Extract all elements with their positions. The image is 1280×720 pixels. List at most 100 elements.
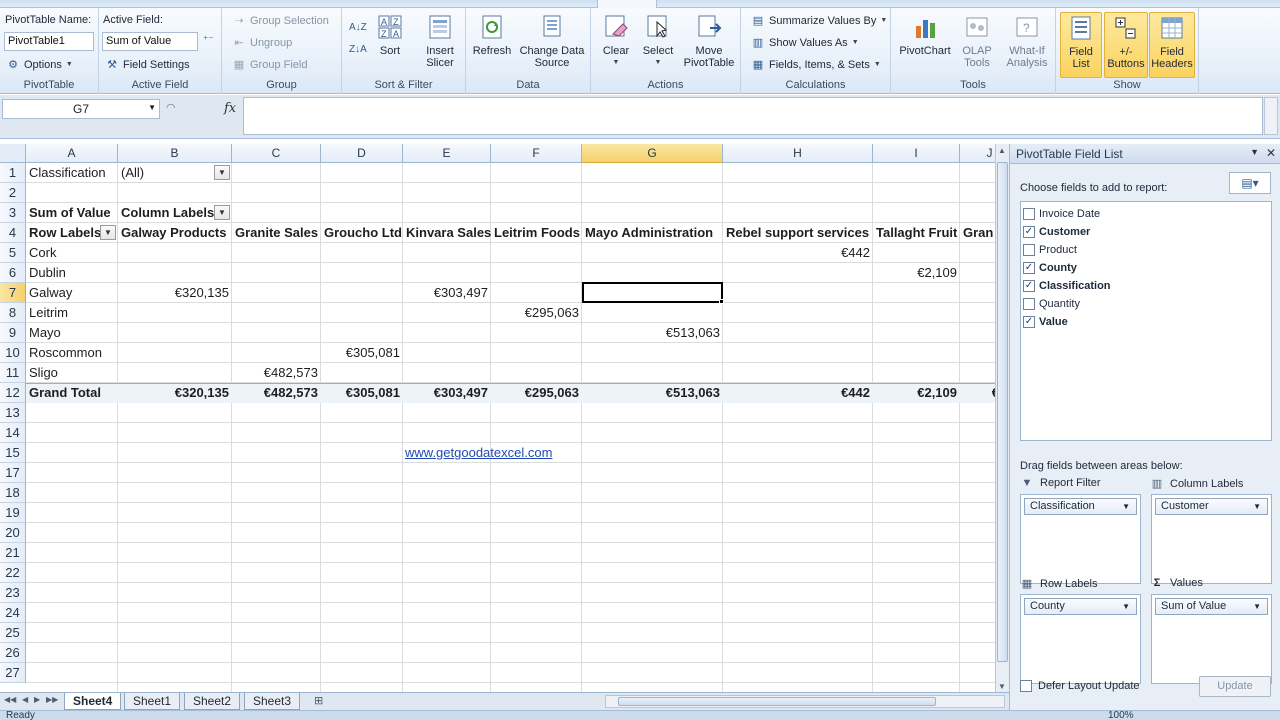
- field-checkbox[interactable]: ✓: [1023, 262, 1035, 274]
- row-header-13[interactable]: 13: [0, 403, 26, 423]
- select-button[interactable]: Select ▼: [639, 12, 677, 78]
- row-labels-item[interactable]: County ▼: [1024, 598, 1137, 615]
- column-labels-item[interactable]: Customer ▼: [1155, 498, 1268, 515]
- table-row-value[interactable]: €295,063: [491, 303, 582, 323]
- field-invoice-date[interactable]: Invoice Date: [1023, 205, 1100, 223]
- row-header-7[interactable]: 7: [0, 283, 26, 303]
- pivot-column-header[interactable]: Groucho Ltd: [321, 223, 403, 243]
- field-product[interactable]: Product: [1023, 241, 1077, 259]
- update-button[interactable]: Update: [1199, 676, 1271, 697]
- sum-of-value-cell[interactable]: Sum of Value: [26, 203, 118, 223]
- grand-total-value[interactable]: €442: [723, 383, 873, 403]
- group-field-button[interactable]: ▦ Group Field: [232, 55, 308, 74]
- row-labels-area[interactable]: County ▼: [1020, 594, 1141, 684]
- vertical-scrollbar[interactable]: ▲ ▼: [995, 144, 1009, 692]
- row-header-23[interactable]: 23: [0, 583, 26, 603]
- sort-za-icon[interactable]: Z↓A: [349, 44, 367, 55]
- first-sheet-icon[interactable]: ◀◀: [4, 695, 16, 704]
- field-checkbox[interactable]: ✓: [1023, 226, 1035, 238]
- pivot-column-header[interactable]: Tallaght Fruit: [873, 223, 960, 243]
- column-labels-dropdown-icon[interactable]: ▼: [214, 205, 230, 220]
- filter-label-cell[interactable]: Classification: [26, 163, 118, 183]
- field-checkbox[interactable]: ✓: [1023, 280, 1035, 292]
- sheet-tab-sheet3[interactable]: Sheet3: [244, 693, 301, 710]
- field-checkbox[interactable]: [1023, 298, 1035, 310]
- row-header-15[interactable]: 15: [0, 443, 26, 463]
- formula-bar-scroll[interactable]: [1264, 97, 1278, 135]
- column-header-i[interactable]: I: [873, 144, 960, 163]
- insert-slicer-button[interactable]: Insert Slicer: [418, 12, 462, 78]
- table-row-label[interactable]: Galway: [26, 283, 118, 303]
- scroll-up-icon[interactable]: ▲: [998, 146, 1006, 155]
- column-header-j[interactable]: J: [960, 144, 995, 163]
- table-row-label[interactable]: Roscommon: [26, 343, 118, 363]
- vertical-scroll-thumb[interactable]: [997, 162, 1008, 662]
- column-header-f[interactable]: F: [491, 144, 582, 163]
- pivot-column-header[interactable]: Rebel support services: [723, 223, 873, 243]
- pivotchart-button[interactable]: PivotChart: [897, 12, 953, 78]
- table-row-label[interactable]: Cork: [26, 243, 118, 263]
- field-quantity[interactable]: Quantity: [1023, 295, 1080, 313]
- row-header-10[interactable]: 10: [0, 343, 26, 363]
- row-header-18[interactable]: 18: [0, 483, 26, 503]
- column-header-c[interactable]: C: [232, 144, 321, 163]
- field-customer[interactable]: ✓ Customer: [1023, 223, 1090, 241]
- field-checkbox[interactable]: ✓: [1023, 316, 1035, 328]
- column-header-e[interactable]: E: [403, 144, 491, 163]
- sort-button[interactable]: AZZA Sort: [374, 12, 406, 78]
- column-labels-cell[interactable]: Column Labels: [118, 203, 218, 223]
- pivot-column-header[interactable]: Leitrim Foods: [491, 223, 582, 243]
- filter-dropdown-icon[interactable]: ▼: [214, 165, 230, 180]
- table-row-label[interactable]: Dublin: [26, 263, 118, 283]
- row-header-19[interactable]: 19: [0, 503, 26, 523]
- grand-total-value[interactable]: €295,063: [491, 383, 582, 403]
- column-header-b[interactable]: B: [118, 144, 232, 163]
- table-row-value[interactable]: €6: [960, 283, 995, 303]
- field-settings-button[interactable]: ⚒ Field Settings: [105, 55, 190, 74]
- name-box[interactable]: G7 ▼: [2, 99, 160, 119]
- table-row-value[interactable]: €442: [723, 243, 873, 263]
- row-header-25[interactable]: 25: [0, 623, 26, 643]
- options-button[interactable]: ⚙ Options ▼: [6, 55, 73, 74]
- defer-checkbox[interactable]: [1020, 680, 1032, 692]
- report-filter-area[interactable]: Classification ▼: [1020, 494, 1141, 584]
- row-header-17[interactable]: 17: [0, 463, 26, 483]
- group-selection-button[interactable]: ➝ Group Selection: [232, 11, 329, 30]
- grand-total-value[interactable]: €303,497: [403, 383, 491, 403]
- show-values-as-button[interactable]: ▥ Show Values As ▼: [751, 33, 859, 52]
- row-header-4[interactable]: 4: [0, 223, 26, 243]
- row-header-11[interactable]: 11: [0, 363, 26, 383]
- plus-minus-buttons-button[interactable]: +/- Buttons: [1104, 12, 1148, 78]
- chevron-down-icon[interactable]: ▼: [1122, 602, 1130, 611]
- expand-field-icon[interactable]: ⁺⁻: [203, 35, 214, 46]
- row-labels-cell[interactable]: Row Labels: [26, 223, 106, 243]
- pivot-column-header[interactable]: Kinvara Sales: [403, 223, 491, 243]
- chevron-down-icon[interactable]: ▼: [1253, 602, 1261, 611]
- horizontal-scrollbar[interactable]: [605, 695, 1005, 708]
- select-all-corner[interactable]: [0, 144, 26, 163]
- last-sheet-icon[interactable]: ▶▶: [46, 695, 58, 704]
- tab-options[interactable]: [597, 0, 657, 8]
- sort-az-icon[interactable]: A↓Z: [349, 22, 367, 33]
- sheet-tab-sheet2[interactable]: Sheet2: [184, 693, 241, 710]
- row-header-1[interactable]: 1: [0, 163, 26, 183]
- olap-tools-button[interactable]: OLAP Tools: [955, 12, 999, 78]
- insert-sheet-icon[interactable]: ⊞: [314, 694, 323, 707]
- row-header-24[interactable]: 24: [0, 603, 26, 623]
- row-header-26[interactable]: 26: [0, 643, 26, 663]
- prev-sheet-icon[interactable]: ◀: [22, 695, 28, 704]
- sheet-tab-sheet4[interactable]: Sheet4: [64, 693, 122, 710]
- field-checkbox[interactable]: [1023, 244, 1035, 256]
- field-checkbox[interactable]: [1023, 208, 1035, 220]
- next-sheet-icon[interactable]: ▶: [34, 695, 40, 704]
- active-field-input[interactable]: Sum of Value: [102, 32, 198, 51]
- insert-function-icon[interactable]: fx: [224, 101, 236, 116]
- clear-button[interactable]: Clear ▼: [597, 12, 635, 78]
- column-labels-area[interactable]: Customer ▼: [1151, 494, 1272, 584]
- table-row-label[interactable]: Sligo: [26, 363, 118, 383]
- chevron-down-icon[interactable]: ▼: [1250, 147, 1259, 157]
- row-header-22[interactable]: 22: [0, 563, 26, 583]
- chevron-down-icon[interactable]: ▼: [1253, 502, 1261, 511]
- pivot-column-header[interactable]: Galway Products: [118, 223, 232, 243]
- report-filter-item[interactable]: Classification ▼: [1024, 498, 1137, 515]
